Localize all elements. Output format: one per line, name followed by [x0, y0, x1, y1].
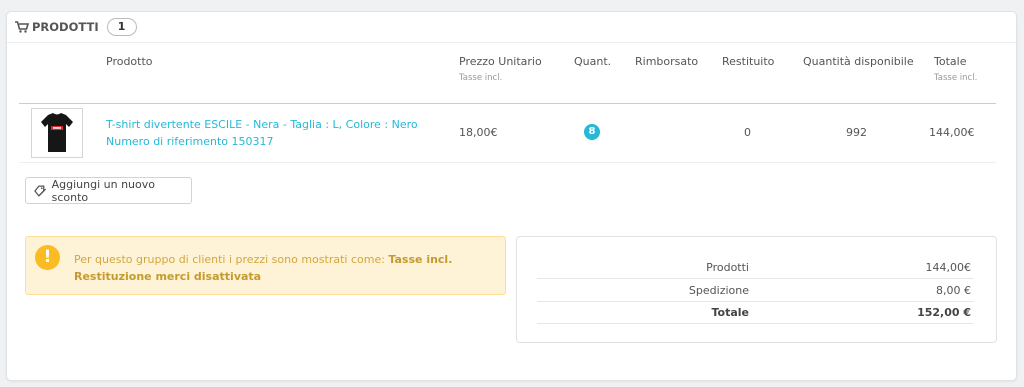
- totals-label: Prodotti: [706, 261, 749, 274]
- totals-value: 144,00€: [925, 261, 972, 274]
- totals-value: 8,00 €: [936, 284, 971, 297]
- product-name-link[interactable]: T-shirt divertente ESCILE - Nera - Tagli…: [106, 116, 418, 133]
- col-header-unit-price-label: Prezzo Unitario: [459, 55, 542, 68]
- totals-value: 152,00 €: [917, 306, 971, 319]
- panel-header: PRODOTTI 1: [7, 12, 1016, 43]
- product-count-badge: 1: [106, 18, 137, 36]
- tax-info-alert: ! Per questo gruppo di clienti i prezzi …: [25, 236, 506, 295]
- panel-title: PRODOTTI: [32, 20, 99, 34]
- qty-badge: 8: [584, 124, 600, 140]
- cell-unit-price: 18,00€: [459, 126, 498, 139]
- table-row: T-shirt divertente ESCILE - Nera - Tagli…: [106, 116, 418, 150]
- alert-message: Per questo gruppo di clienti i prezzi so…: [74, 251, 452, 285]
- col-header-available: Quantità disponibile: [803, 55, 914, 68]
- totals-row-total: Totale 152,00 €: [537, 301, 974, 324]
- totals-label: Spedizione: [688, 284, 749, 297]
- col-header-product: Prodotto: [106, 55, 153, 68]
- cell-available: 992: [846, 126, 867, 139]
- col-header-unit-price-sub: Tasse incl.: [459, 73, 503, 83]
- cell-total: 144,00€: [929, 126, 975, 139]
- tags-icon: [34, 185, 47, 197]
- alert-line1: Per questo gruppo di clienti i prezzi so…: [74, 253, 389, 266]
- order-totals-box: Prodotti 144,00€ Spedizione 8,00 € Total…: [516, 236, 997, 343]
- cell-returned: 0: [744, 126, 751, 139]
- col-header-total: Totale Tasse incl.: [934, 55, 977, 83]
- totals-label: Totale: [711, 306, 749, 319]
- totals-row-shipping: Spedizione 8,00 €: [537, 279, 974, 302]
- row-divider: [19, 162, 996, 163]
- col-header-refunded: Rimborsato: [635, 55, 699, 68]
- tshirt-image: [41, 113, 73, 152]
- alert-line2: Restituzione merci disattivata: [74, 270, 262, 283]
- warning-icon: !: [35, 245, 60, 270]
- col-header-qty: Quant.: [574, 55, 612, 68]
- header-divider: [19, 103, 996, 104]
- totals-row-products: Prodotti 144,00€: [537, 256, 974, 279]
- col-header-unit-price: Prezzo Unitario Tasse incl.: [459, 55, 542, 83]
- product-thumbnail[interactable]: [31, 108, 83, 158]
- alert-tax-mode: Tasse incl.: [388, 253, 453, 266]
- add-discount-label: Aggiungi un nuovo sconto: [51, 177, 155, 204]
- add-discount-button[interactable]: Aggiungi un nuovo sconto: [25, 177, 192, 204]
- col-header-returned: Restituito: [722, 55, 775, 68]
- product-reference[interactable]: Numero di riferimento 150317: [106, 133, 418, 150]
- col-header-total-label: Totale: [934, 55, 967, 68]
- shopping-cart-icon: [15, 21, 29, 33]
- col-header-total-sub: Tasse incl.: [934, 73, 978, 83]
